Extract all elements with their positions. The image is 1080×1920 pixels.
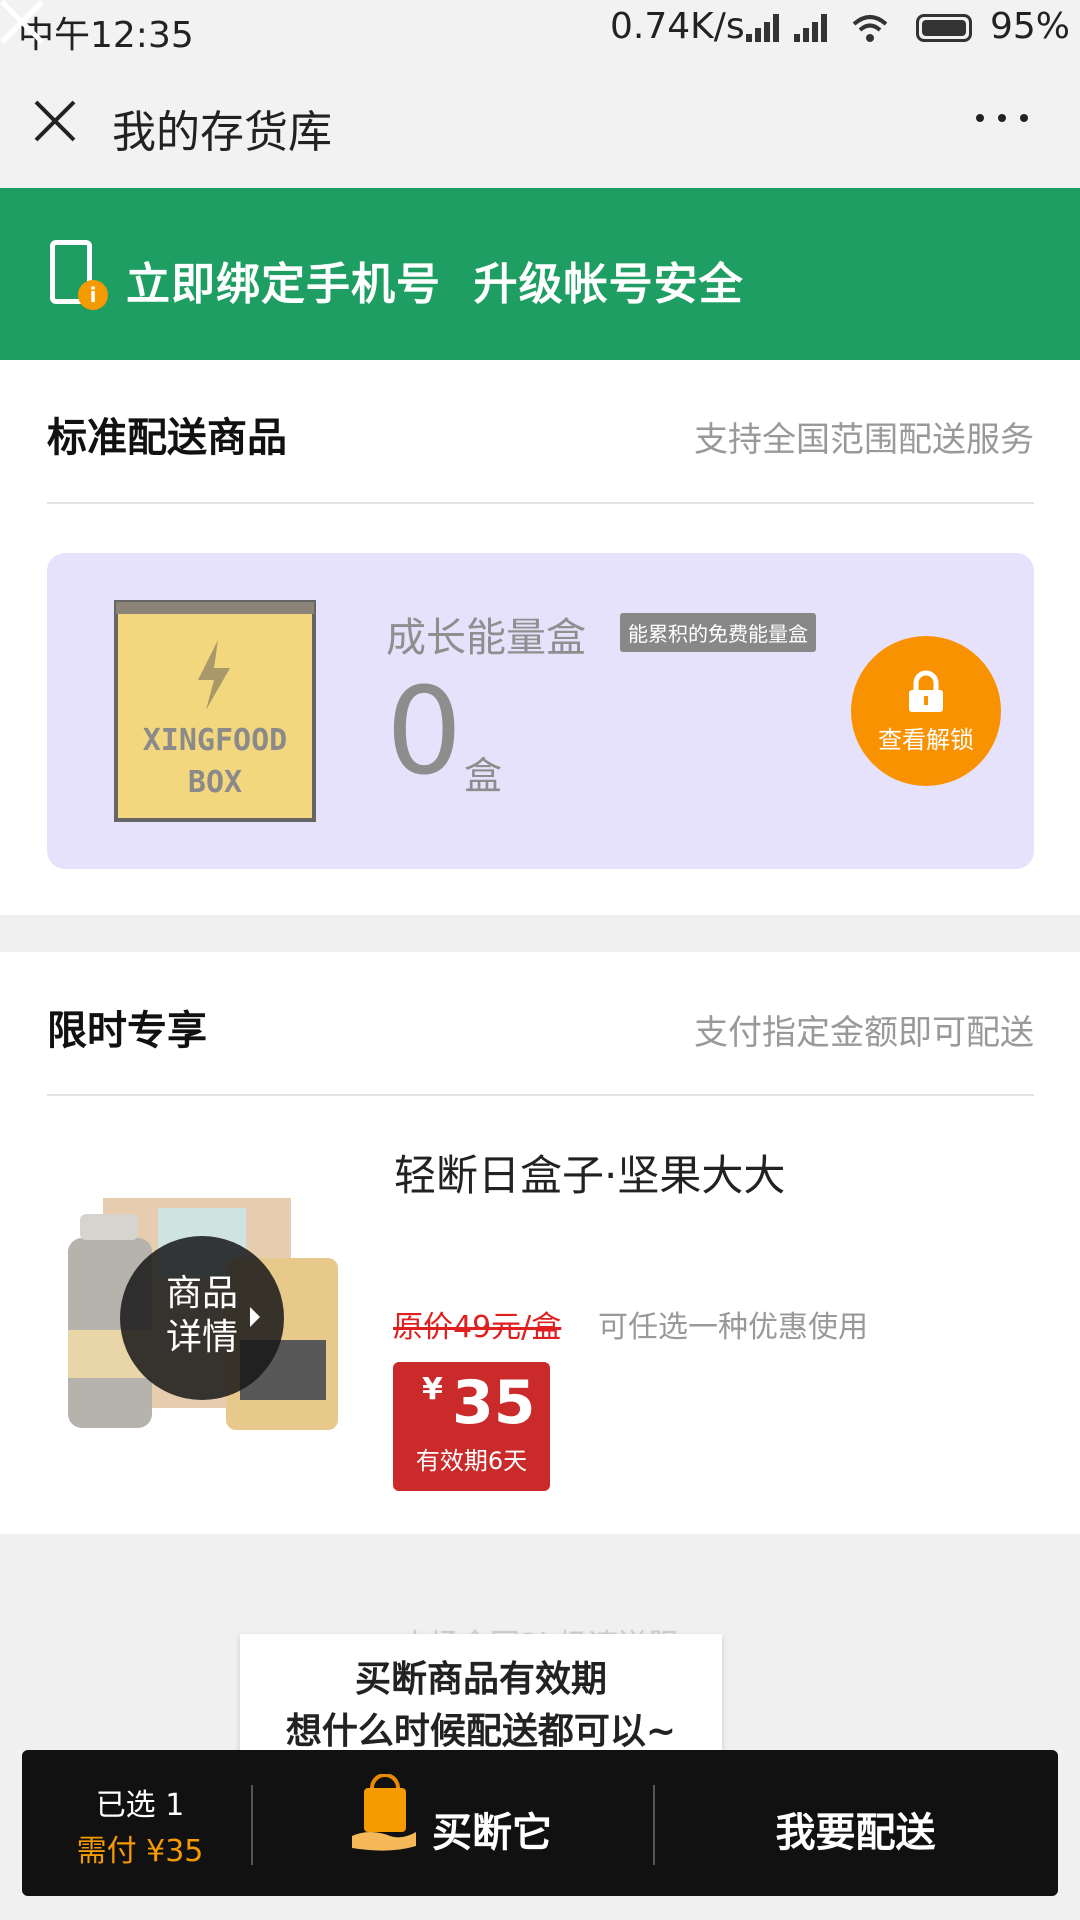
energy-title: 成长能量盒 <box>386 615 586 661</box>
deliver-button[interactable]: 我要配送 <box>653 1800 1058 1858</box>
standard-section-subtitle: 支持全国范围配送服务 <box>694 420 1034 460</box>
box-text-line1: XINGFOOD <box>143 723 288 758</box>
tooltip-line2: 想什么时候配送都可以~ <box>285 1711 677 1752</box>
price-validity: 有效期6天 <box>415 1447 528 1475</box>
network-speed: 0.74K/s <box>610 6 745 47</box>
signal-icon <box>746 14 782 42</box>
price-value: 35 <box>452 1368 536 1438</box>
play-arrow-icon <box>250 1307 260 1327</box>
status-time: 中午12:35 <box>18 15 194 56</box>
standard-section-title: 标准配送商品 <box>47 415 287 461</box>
wifi-icon <box>852 15 888 42</box>
discount-hint: 可任选一种优惠使用 <box>598 1310 868 1345</box>
selected-count: 已选 1 <box>95 1788 185 1823</box>
product-details-label: 商品详情 <box>165 1273 238 1358</box>
energy-box-image: XINGFOOD BOX <box>114 600 316 822</box>
signal-icon-2 <box>794 14 830 42</box>
banner-close-icon[interactable] <box>0 0 44 44</box>
energy-count: 0 <box>386 663 463 802</box>
divider <box>47 502 1034 504</box>
limited-section-title: 限时专享 <box>47 1008 207 1054</box>
title-bar: 我的存货库 <box>0 58 1080 188</box>
price-currency: ¥ <box>422 1372 443 1407</box>
page-title: 我的存货库 <box>112 107 332 158</box>
buy-label: 买断它 <box>432 1810 552 1856</box>
product-name: 轻断日盒子·坚果大大 <box>394 1151 786 1200</box>
battery-icon <box>916 14 972 42</box>
bind-phone-banner[interactable]: i 立即绑定手机号 升级帐号安全 <box>0 188 1080 360</box>
energy-tag: 能累积的免费能量盒 <box>620 613 816 652</box>
unlock-label: 查看解锁 <box>878 726 974 754</box>
pay-amount: 需付 ¥35 <box>76 1834 204 1869</box>
more-icon[interactable] <box>972 108 1032 128</box>
status-bar: 中午12:35 0.74K/s 95% <box>0 0 1080 58</box>
shopping-bag-icon <box>352 1774 416 1851</box>
tooltip-line1: 买断商品有效期 <box>354 1659 607 1700</box>
info-badge-icon: i <box>78 280 108 310</box>
battery-percent: 95% <box>990 6 1071 47</box>
unlock-button[interactable] <box>851 636 1001 786</box>
close-icon[interactable] <box>32 98 78 144</box>
energy-unit: 盒 <box>464 754 503 798</box>
banner-text: 立即绑定手机号 升级帐号安全 <box>126 259 744 310</box>
original-price: 原价49元/盒 <box>393 1310 562 1345</box>
limited-section-subtitle: 支付指定金额即可配送 <box>694 1013 1034 1053</box>
divider <box>47 1094 1034 1096</box>
lock-icon <box>909 670 943 712</box>
box-text-line2: BOX <box>188 765 242 800</box>
